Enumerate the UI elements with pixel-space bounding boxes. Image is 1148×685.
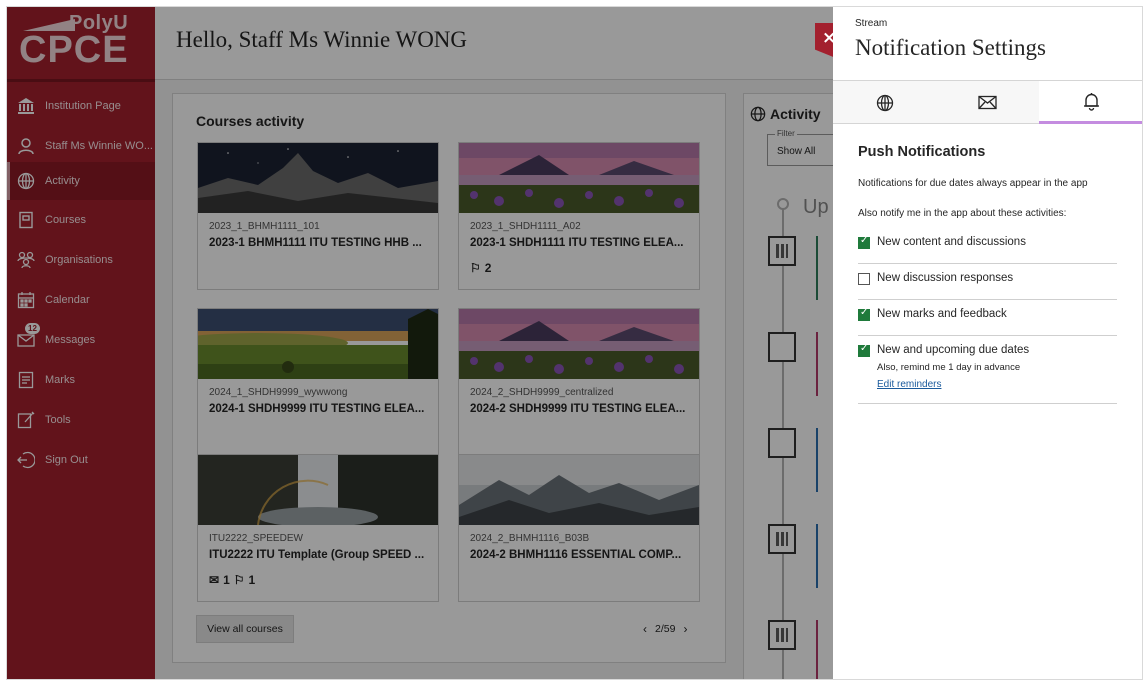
option-discussion-responses: New discussion responses bbox=[858, 264, 1117, 300]
discussion-responses-checkbox[interactable] bbox=[858, 273, 870, 285]
tab-stream[interactable] bbox=[833, 81, 936, 124]
marks-feedback-checkbox[interactable] bbox=[858, 307, 870, 321]
option-marks-feedback: New marks and feedback bbox=[858, 300, 1117, 336]
modal-overlay[interactable] bbox=[7, 7, 833, 679]
edit-reminders-link[interactable]: Edit reminders bbox=[877, 379, 941, 390]
also-notify-note: Also notify me in the app about these ac… bbox=[858, 208, 1067, 219]
new-content-checkbox[interactable] bbox=[858, 235, 870, 249]
option-label: New content and discussions bbox=[877, 236, 1026, 248]
panel-title: Notification Settings bbox=[855, 35, 1047, 60]
option-label: New discussion responses bbox=[877, 272, 1014, 284]
option-due-dates: New and upcoming due dates Also, remind … bbox=[858, 336, 1117, 404]
option-label: New and upcoming due dates bbox=[877, 344, 1030, 356]
tab-push[interactable] bbox=[1039, 81, 1142, 124]
tab-email[interactable] bbox=[936, 81, 1039, 124]
app-window: PolyU CPCE Institution Page Staff Ms Win… bbox=[6, 6, 1143, 680]
option-new-content: New content and discussions bbox=[858, 228, 1117, 264]
globe-icon bbox=[876, 94, 893, 111]
envelope-icon bbox=[978, 95, 997, 110]
push-notifications-heading: Push Notifications bbox=[858, 144, 986, 160]
due-dates-checkbox[interactable] bbox=[858, 343, 870, 357]
notification-tabs bbox=[833, 80, 1142, 124]
reminder-note: Also, remind me 1 day in advance bbox=[877, 362, 1021, 373]
panel-subtitle: Stream bbox=[855, 18, 888, 29]
option-label: New marks and feedback bbox=[877, 308, 1007, 320]
bell-icon bbox=[1084, 92, 1099, 111]
due-dates-note: Notifications for due dates always appea… bbox=[858, 178, 1088, 189]
notification-settings-panel: Stream Notification Settings Push Notifi… bbox=[833, 7, 1142, 679]
